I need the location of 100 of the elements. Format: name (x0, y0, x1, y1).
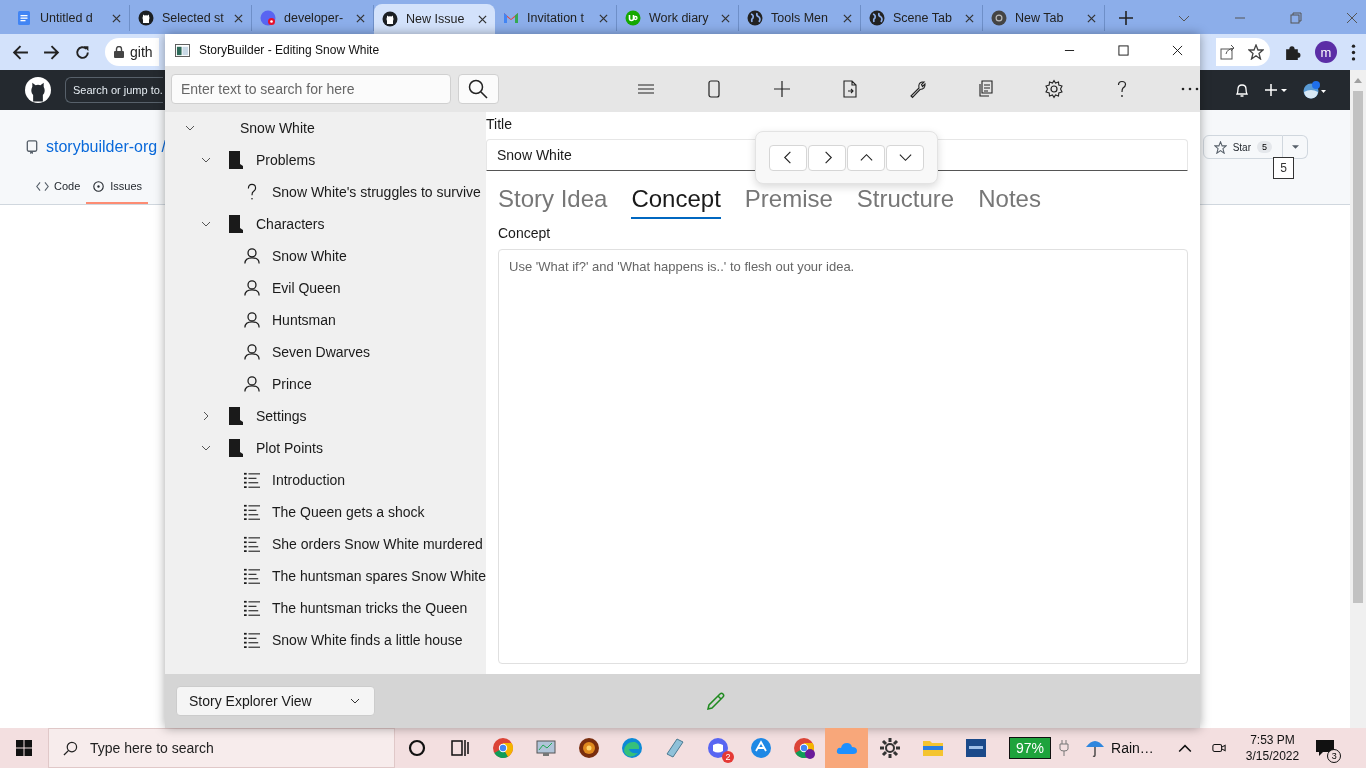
chrome-icon (991, 10, 1007, 26)
browser-tab[interactable]: developer- (252, 5, 374, 31)
box-icon (963, 736, 988, 760)
browser-tab[interactable]: Invitation t (495, 5, 617, 31)
bell-icon[interactable] (1234, 82, 1250, 98)
tree-item[interactable]: Plot Points (165, 432, 486, 464)
mail-icon (503, 10, 519, 26)
repository-tab[interactable]: Code (30, 174, 87, 204)
address-bar-end[interactable] (1216, 38, 1270, 66)
more-icon[interactable] (1351, 43, 1356, 61)
tree-item[interactable]: Seven Dwarves (165, 336, 486, 368)
plus-icon[interactable] (1264, 81, 1288, 99)
avatar-icon[interactable] (1302, 81, 1326, 99)
copy-icon[interactable] (976, 79, 996, 99)
tree-item[interactable]: Problems (165, 144, 486, 176)
star-count: 5 (1257, 141, 1272, 153)
view-dropdown[interactable]: Story Explorer View (176, 686, 375, 716)
tree-item[interactable]: Snow White's struggles to survive (165, 176, 486, 208)
tree-item[interactable]: Snow White finds a little house (165, 624, 486, 656)
settings-icon[interactable] (1044, 79, 1064, 99)
star-icon[interactable] (1248, 44, 1264, 60)
section-tab[interactable]: Notes (978, 185, 1041, 219)
gear-icon (877, 736, 902, 760)
person-icon (244, 343, 260, 361)
section-tab[interactable]: Premise (744, 185, 833, 219)
notification-icon[interactable] (1315, 739, 1336, 757)
browser-tab[interactable]: Tools Men (739, 5, 861, 31)
plug-icon[interactable] (1059, 740, 1070, 756)
person-icon (244, 247, 260, 265)
star-label: Star (1232, 141, 1251, 153)
tree-item[interactable]: Introduction (165, 464, 486, 496)
list-icon (244, 567, 260, 585)
person-icon (244, 375, 260, 393)
list-icon (244, 631, 260, 649)
tree-item[interactable]: Snow White (165, 112, 486, 144)
taskbar-search-field[interactable]: Type here to search (48, 728, 395, 768)
search-button[interactable] (457, 74, 499, 104)
scroll-thumb[interactable] (1353, 91, 1363, 603)
close-icon[interactable] (1172, 44, 1183, 56)
umbrella-icon[interactable] (1085, 738, 1106, 758)
caret-icon (1291, 145, 1299, 149)
star-icon (1213, 140, 1227, 154)
maximize-icon[interactable] (1118, 44, 1129, 56)
tree-item[interactable]: Evil Queen (165, 272, 486, 304)
cat-icon (382, 11, 398, 27)
puzzle-icon[interactable] (1284, 43, 1301, 61)
tree-item[interactable]: She orders Snow White murdered (165, 528, 486, 560)
search-field[interactable]: Search or jump to. (65, 77, 163, 103)
profile-avatar[interactable]: m (1315, 41, 1337, 63)
tree-item[interactable]: The huntsman tricks the Queen (165, 592, 486, 624)
camera-icon[interactable] (1211, 741, 1226, 755)
address-bar[interactable]: gith (105, 38, 159, 66)
forward-icon[interactable] (43, 43, 60, 61)
windows-icon[interactable] (16, 740, 32, 756)
concept-field[interactable]: Use 'What if?' and 'What happens is..' to flesh out your idea. (498, 249, 1188, 664)
chat-icon (260, 10, 276, 26)
previous-button[interactable] (769, 144, 807, 171)
browser-tab[interactable]: Scene Tab (861, 5, 983, 31)
share-icon[interactable] (1220, 44, 1236, 60)
back-icon[interactable] (12, 43, 29, 61)
wrench-icon[interactable] (908, 79, 928, 99)
tree-item[interactable]: The Queen gets a shock (165, 496, 486, 528)
section-tab[interactable]: Story Idea (498, 185, 608, 219)
taskbar-app[interactable]: 2 (696, 728, 739, 768)
close-icon[interactable] (478, 14, 487, 24)
weather-text[interactable]: Rain… (1111, 740, 1154, 756)
sync-icon (748, 736, 773, 760)
tooltip: 5 (1273, 157, 1294, 179)
tree-item[interactable]: Prince (165, 368, 486, 400)
chrome-icon (490, 736, 515, 760)
tree-item[interactable]: Characters (165, 208, 486, 240)
browser-tab[interactable]: Selected st (130, 5, 252, 31)
tree-item[interactable]: Snow White (165, 240, 486, 272)
reload-icon[interactable] (74, 43, 91, 61)
browser-tab[interactable]: Work diary (617, 5, 739, 31)
orb-icon (576, 736, 601, 760)
section-tab[interactable]: Concept (631, 185, 721, 219)
repository-icon (26, 139, 38, 155)
tree-item[interactable]: Huntsman (165, 304, 486, 336)
tree-item[interactable]: Settings (165, 400, 486, 432)
clock-date[interactable]: 3/15/2022 (1245, 748, 1300, 764)
browser-tab[interactable]: Untitled d (8, 5, 130, 31)
tree-item[interactable]: The huntsman spares Snow White (165, 560, 486, 592)
clock-time[interactable]: 7:53 PM (1250, 732, 1295, 748)
person-icon (244, 279, 260, 297)
scrollbar[interactable] (1350, 70, 1366, 728)
badge-icon (625, 10, 641, 26)
search-field[interactable]: Enter text to search for here (171, 74, 451, 104)
window-title: StoryBuilder - Editing Snow White (199, 43, 380, 57)
document-icon[interactable] (840, 79, 860, 99)
section-tab[interactable]: Structure (856, 185, 955, 219)
repository-tab[interactable]: Issues (86, 174, 149, 204)
browser-tab[interactable]: New Issue (374, 4, 495, 34)
list-icon (244, 503, 260, 521)
next-button[interactable] (808, 144, 846, 171)
cat-icon[interactable] (25, 77, 51, 103)
star-button[interactable]: Star 5 (1202, 135, 1283, 159)
pencil-icon[interactable] (706, 691, 726, 711)
chrome-icon (791, 736, 816, 760)
browser-tab[interactable]: New Tab (983, 5, 1105, 31)
